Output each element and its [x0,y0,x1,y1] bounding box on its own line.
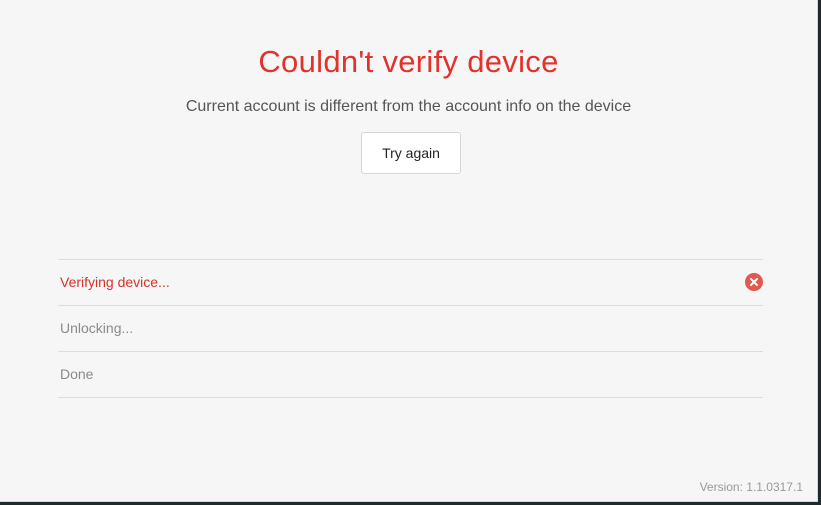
step-done: Done [58,352,763,398]
step-label: Verifying device... [60,274,170,290]
error-title: Couldn't verify device [258,44,559,79]
unlock-window: Couldn't verify device Current account i… [0,0,818,502]
try-again-button[interactable]: Try again [361,132,461,174]
error-x-icon [745,273,763,291]
error-message: Current account is different from the ac… [185,98,632,115]
step-unlocking: Unlocking... [58,306,763,352]
step-verifying-device: Verifying device... [58,260,763,306]
step-label: Unlocking... [60,320,134,336]
step-label: Done [60,366,94,382]
progress-steps: Verifying device... Unlocking... Done [58,259,763,398]
version-label: Version: 1.1.0317.1 [699,480,803,494]
